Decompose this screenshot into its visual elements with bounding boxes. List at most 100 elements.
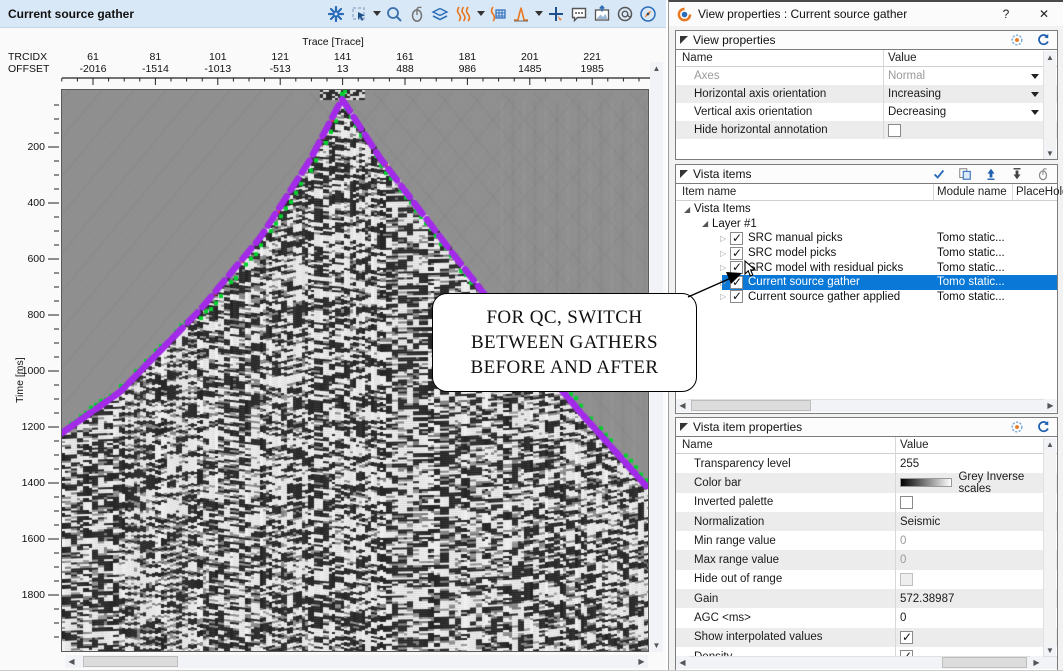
property-value: 0 — [900, 612, 906, 624]
target-icon[interactable] — [1007, 30, 1027, 50]
seismic-hscroll-thumb[interactable] — [83, 656, 178, 667]
vista-items-hscroll-right-icon[interactable]: ▶ — [1044, 399, 1057, 412]
property-row[interactable]: Inverted palette — [676, 493, 1057, 512]
vista-item-properties-header[interactable]: Vista item properties — [676, 418, 1057, 437]
tree-expanded-icon[interactable]: ◢ — [702, 219, 712, 228]
histogram-dropdown-icon[interactable] — [534, 4, 543, 24]
tree-collapsed-icon[interactable]: ▷ — [720, 263, 730, 272]
reset-undo-icon[interactable] — [1033, 30, 1053, 50]
export-down-icon[interactable] — [1007, 164, 1027, 184]
histogram-icon[interactable] — [511, 4, 531, 24]
property-row[interactable]: Hide out of range — [676, 570, 1057, 589]
vista-items-hscroll-left-icon[interactable]: ◀ — [676, 399, 689, 412]
hscroll-thumb[interactable] — [942, 657, 1027, 668]
property-row[interactable]: Color barGrey Inverse scales — [676, 473, 1057, 492]
scroll-down-icon[interactable]: ▼ — [1044, 644, 1056, 656]
checkbox[interactable] — [900, 573, 913, 586]
checkbox[interactable] — [900, 631, 913, 644]
seismic-hscroll-right-icon[interactable]: ▶ — [635, 655, 648, 668]
wiggle-grid-icon[interactable] — [488, 4, 508, 24]
property-value[interactable]: Increasing — [888, 88, 941, 100]
wiggle-traces-dropdown-icon[interactable] — [476, 4, 485, 24]
zoom-at-icon[interactable] — [615, 4, 635, 24]
settings-gear-icon[interactable] — [326, 4, 346, 24]
tree-collapsed-icon[interactable]: ▷ — [720, 249, 730, 258]
compass-icon[interactable] — [638, 4, 658, 24]
time-tick-label: 1200 — [0, 421, 45, 433]
region-select-dropdown-icon[interactable] — [372, 4, 381, 24]
property-row[interactable]: NormalizationSeismic — [676, 512, 1057, 531]
colorbar-swatch[interactable] — [900, 478, 952, 487]
checkbox[interactable] — [888, 124, 901, 137]
dropdown-caret-icon[interactable] — [1031, 92, 1039, 97]
tree-item-checkbox[interactable] — [730, 290, 743, 303]
crosshair-track-icon[interactable] — [546, 4, 566, 24]
scroll-up-icon[interactable]: ▲ — [1044, 51, 1056, 63]
tree-expanded-icon[interactable]: ◢ — [684, 205, 694, 214]
region-select-icon[interactable] — [349, 4, 369, 24]
property-value[interactable]: Normal — [888, 70, 925, 82]
property-row[interactable]: Max range value0 — [676, 550, 1057, 569]
property-row[interactable]: Hide horizontal annotation — [676, 121, 1057, 139]
tree-collapsed-icon[interactable]: ▷ — [720, 292, 730, 301]
tree-item-current-source-gather-applied[interactable]: ▷Current source gather appliedTomo stati… — [676, 290, 1057, 305]
copy-items-icon[interactable] — [955, 164, 975, 184]
zoom-magnifier-icon[interactable] — [384, 4, 404, 24]
hscroll-left-icon[interactable]: ◀ — [676, 656, 689, 669]
trcidx-tick-label: 81 — [125, 51, 185, 63]
property-value[interactable]: Decreasing — [888, 106, 946, 118]
application-window: Current source gather Trace [Trace] TRCI… — [0, 0, 1063, 671]
vista-items-header[interactable]: Vista items — [676, 165, 1057, 184]
dropdown-caret-icon[interactable] — [1031, 74, 1039, 79]
vista-items-hscroll-thumb[interactable] — [691, 400, 811, 411]
mouse-pick-icon[interactable] — [407, 4, 427, 24]
tree-item-checkbox[interactable] — [730, 261, 743, 274]
view-properties-header[interactable]: View properties — [676, 31, 1057, 50]
reset-undo-icon[interactable] — [1033, 417, 1053, 437]
scroll-up-icon[interactable]: ▲ — [1044, 438, 1056, 450]
module-name: Tomo static... — [937, 247, 1005, 259]
tree-collapsed-icon[interactable]: ▷ — [720, 234, 730, 243]
hscroll-right-icon[interactable]: ▶ — [1030, 656, 1043, 669]
close-button[interactable]: ✕ — [1033, 4, 1055, 24]
seismic-vscroll-down-icon[interactable]: ▼ — [650, 639, 663, 652]
seismic-vscroll-up-icon[interactable]: ▲ — [650, 62, 663, 75]
tree-item-checkbox[interactable] — [730, 247, 743, 260]
vista-item-properties-scrollbar[interactable]: ▲ ▼ — [1043, 438, 1056, 656]
property-row[interactable]: Show interpolated values — [676, 628, 1057, 647]
mouse-cursor-icon — [744, 260, 756, 278]
layers-icon[interactable] — [430, 4, 450, 24]
comment-bubble-icon[interactable] — [569, 4, 589, 24]
property-value: 0 — [900, 554, 906, 566]
tree-item-vista-items[interactable]: ◢Vista Items — [676, 202, 1057, 217]
tree-item-src-model-with-residual-picks[interactable]: ▷SRC model with residual picksTomo stati… — [676, 260, 1057, 275]
import-up-icon[interactable] — [981, 164, 1001, 184]
tree-collapsed-icon[interactable]: ▷ — [720, 278, 730, 287]
view-properties-scrollbar[interactable]: ▲ ▼ — [1043, 51, 1056, 159]
check-icon[interactable] — [929, 164, 949, 184]
property-row[interactable]: Horizontal axis orientationIncreasing — [676, 85, 1057, 103]
property-row[interactable]: AGC <ms>0 — [676, 608, 1057, 627]
property-row[interactable]: Min range value0 — [676, 531, 1057, 550]
property-row[interactable]: AxesNormal — [676, 67, 1057, 85]
checkbox[interactable] — [900, 496, 913, 509]
offset-tick-label: -2016 — [63, 63, 123, 75]
property-row[interactable]: Vertical axis orientationDecreasing — [676, 103, 1057, 121]
tree-item-src-manual-picks[interactable]: ▷SRC manual picksTomo static... — [676, 231, 1057, 246]
tree-item-checkbox[interactable] — [730, 232, 743, 245]
wiggle-traces-icon[interactable] — [453, 4, 473, 24]
target-icon[interactable] — [1007, 417, 1027, 437]
dropdown-caret-icon[interactable] — [1031, 110, 1039, 115]
property-name: Inverted palette — [676, 496, 773, 508]
tree-item-src-model-picks[interactable]: ▷SRC model picksTomo static... — [676, 246, 1057, 261]
property-row[interactable]: Gain572.38987 — [676, 589, 1057, 608]
export-image-icon[interactable] — [592, 4, 612, 24]
tree-item-layer-1[interactable]: ◢Layer #1 — [676, 217, 1057, 232]
pick-mouse-icon[interactable] — [1033, 164, 1053, 184]
tree-item-checkbox[interactable] — [730, 276, 743, 289]
scroll-down-icon[interactable]: ▼ — [1044, 147, 1056, 159]
module-name: Tomo static... — [937, 276, 1005, 288]
seismic-hscroll-left-icon[interactable]: ◀ — [65, 655, 78, 668]
help-button[interactable]: ? — [995, 4, 1017, 24]
tree-item-current-source-gather[interactable]: ▷Current source gatherTomo static... — [676, 275, 1057, 290]
